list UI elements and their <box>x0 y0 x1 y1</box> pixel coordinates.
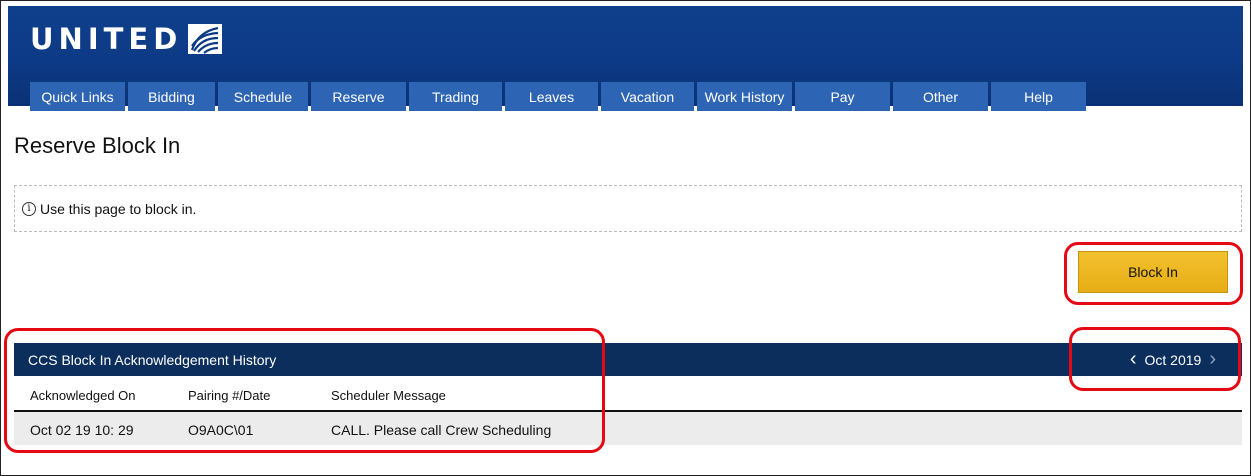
nav-vacation[interactable]: Vacation <box>601 82 694 111</box>
nav-help[interactable]: Help <box>991 82 1086 111</box>
annotation-outline-history <box>4 328 605 453</box>
nav-other[interactable]: Other <box>893 82 988 111</box>
app-header: UNITED Quick Links Bidding Schedule Rese… <box>8 6 1243 111</box>
nav-trading[interactable]: Trading <box>409 82 502 111</box>
nav-schedule[interactable]: Schedule <box>218 82 308 111</box>
info-text: Use this page to block in. <box>40 200 197 217</box>
main-nav: Quick Links Bidding Schedule Reserve Tra… <box>30 82 1086 111</box>
nav-work-history[interactable]: Work History <box>697 82 792 111</box>
nav-reserve[interactable]: Reserve <box>311 82 406 111</box>
nav-quick-links[interactable]: Quick Links <box>30 82 125 111</box>
logo-text: UNITED <box>30 22 183 56</box>
nav-bidding[interactable]: Bidding <box>128 82 215 111</box>
nav-leaves[interactable]: Leaves <box>505 82 598 111</box>
united-logo[interactable]: UNITED <box>30 22 223 56</box>
info-icon: i <box>22 201 36 216</box>
info-banner: i Use this page to block in. <box>14 185 1242 232</box>
annotation-outline-block-in <box>1064 242 1243 305</box>
globe-icon <box>188 24 223 54</box>
page-title: Reserve Block In <box>14 133 181 158</box>
annotation-outline-month <box>1069 327 1241 391</box>
nav-pay[interactable]: Pay <box>795 82 890 111</box>
